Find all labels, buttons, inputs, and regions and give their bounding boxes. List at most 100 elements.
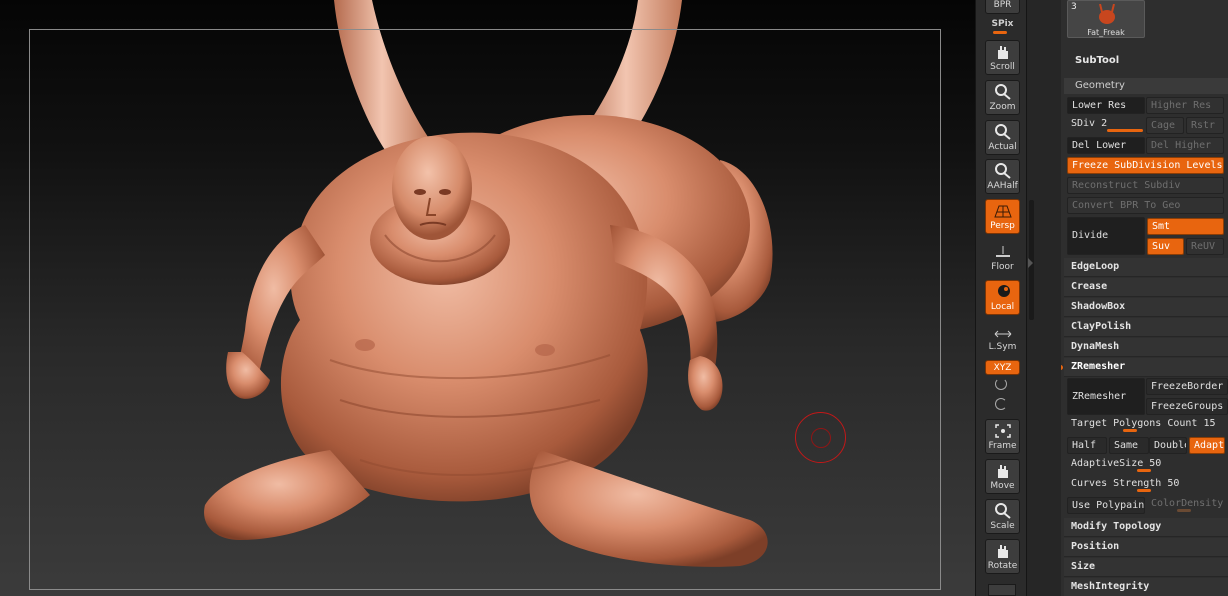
sdiv-slider[interactable]: SDiv 2 (1065, 116, 1145, 133)
thumbnail-count: 3 (1071, 2, 1077, 12)
frame-icon (995, 424, 1011, 438)
aahalf-icon (995, 163, 1011, 179)
actual-size-icon (995, 124, 1011, 140)
shadowbox-section[interactable]: ShadowBox (1064, 298, 1228, 317)
use-polypaint-toggle[interactable]: Use Polypaint (1067, 497, 1145, 514)
spix-slider[interactable] (993, 31, 1007, 34)
scale-button[interactable]: Scale (985, 499, 1020, 534)
adaptive-size-label: AdaptiveSize 50 (1071, 458, 1162, 469)
thumbnail-name: Fat_Freak (1087, 28, 1125, 37)
freeze-groups-toggle[interactable]: FreezeGroups (1146, 398, 1228, 415)
adaptive-size-slider[interactable]: AdaptiveSize 50 (1065, 456, 1228, 473)
freeze-subdivision-levels-button[interactable]: Freeze SubDivision Levels (1067, 157, 1224, 174)
divide-button[interactable]: Divide (1067, 217, 1145, 255)
dynamesh-section[interactable]: DynaMesh (1064, 338, 1228, 357)
lsym-label: L.Sym (988, 342, 1017, 352)
half-button[interactable]: Half (1067, 437, 1107, 454)
local-label: Local (990, 302, 1015, 312)
color-density-label: ColorDensity (1151, 498, 1224, 509)
section-open-indicator-icon (1061, 365, 1063, 370)
del-lower-button[interactable]: Del Lower (1067, 137, 1145, 154)
scale-magnifier-icon (995, 503, 1011, 519)
zremesher-button[interactable]: ZRemesher (1067, 378, 1145, 415)
freeze-border-toggle[interactable]: FreezeBorder (1146, 378, 1228, 395)
color-density-slider[interactable]: ColorDensity (1145, 496, 1228, 513)
xyz-button[interactable]: XYZ (985, 360, 1020, 375)
edgeloop-section[interactable]: EdgeLoop (1064, 258, 1228, 277)
rotate-y-icon[interactable] (995, 378, 1007, 390)
palette-gutter (1027, 0, 1061, 596)
scroll-hand-icon (998, 46, 1008, 59)
zremesher-section[interactable]: ZRemesher (1061, 358, 1228, 377)
spix-label: SPix (991, 19, 1014, 29)
floor-button[interactable]: Floor (985, 240, 1020, 275)
transp-button[interactable] (988, 584, 1016, 596)
tool-thumbnail[interactable]: 3 Fat_Freak (1067, 0, 1145, 38)
reuv-button[interactable]: ReUV (1186, 238, 1224, 255)
adaptive-size-track (1137, 469, 1151, 472)
zoom-magnifier-icon (995, 84, 1011, 100)
rotate-icon (998, 545, 1008, 558)
persp-button[interactable]: Persp (985, 199, 1020, 234)
local-symmetry-icon (998, 285, 1010, 297)
curves-strength-label: Curves Strength 50 (1071, 478, 1180, 489)
suv-toggle[interactable]: Suv (1147, 238, 1184, 255)
curves-strength-track (1137, 489, 1151, 492)
right-shelf: BPR SPix Scroll Zoom Actual AAHalf Persp… (975, 0, 1027, 596)
del-higher-button[interactable]: Del Higher (1146, 137, 1224, 154)
local-sym-arrows-icon (994, 330, 1012, 338)
position-section[interactable]: Position (1064, 538, 1228, 557)
persp-label: Persp (990, 221, 1015, 231)
rotate-button[interactable]: Rotate (985, 539, 1020, 574)
floor-label: Floor (991, 262, 1014, 272)
move-hand-icon (998, 465, 1008, 478)
move-label: Move (990, 481, 1015, 491)
smt-toggle[interactable]: Smt (1147, 218, 1224, 235)
meshintegrity-section[interactable]: MeshIntegrity (1064, 578, 1228, 596)
sdiv-track (1107, 129, 1143, 132)
frame-button[interactable]: Frame (985, 419, 1020, 454)
render-frame-border (29, 29, 941, 590)
size-section[interactable]: Size (1064, 558, 1228, 577)
same-button[interactable]: Same (1109, 437, 1149, 454)
adapt-toggle[interactable]: Adapt (1189, 437, 1225, 454)
scroll-button[interactable]: Scroll (985, 40, 1020, 75)
lsym-button[interactable]: L.Sym (985, 320, 1020, 355)
expand-arrow-icon[interactable] (1028, 258, 1033, 268)
curves-strength-slider[interactable]: Curves Strength 50 (1065, 476, 1228, 493)
target-polygons-label: Target Polygons Count 15 (1071, 418, 1216, 429)
lower-res-button[interactable]: Lower Res (1067, 97, 1145, 114)
reconstruct-subdiv-button[interactable]: Reconstruct Subdiv (1067, 177, 1224, 194)
double-button[interactable]: Double (1149, 437, 1187, 454)
crease-section[interactable]: Crease (1064, 278, 1228, 297)
scroll-label: Scroll (990, 62, 1015, 72)
frame-label: Frame (988, 441, 1017, 451)
move-button[interactable]: Move (985, 459, 1020, 494)
zremesher-section-label: ZRemesher (1071, 361, 1126, 372)
local-button[interactable]: Local (985, 280, 1020, 315)
target-polygons-slider[interactable]: Target Polygons Count 15 (1065, 416, 1228, 433)
document-viewport[interactable] (0, 0, 975, 596)
scale-label: Scale (990, 521, 1015, 531)
aahalf-button[interactable]: AAHalf (985, 159, 1020, 194)
modify-topology-section[interactable]: Modify Topology (1064, 518, 1228, 537)
bpr-label: BPR (993, 0, 1012, 10)
target-polygons-track (1123, 429, 1137, 432)
model-thumbnail-icon (1099, 4, 1115, 24)
zoom-label: Zoom (989, 102, 1016, 112)
color-density-track (1177, 509, 1191, 512)
rotate-label: Rotate (987, 561, 1018, 571)
geometry-menu-title[interactable]: Geometry (1064, 78, 1228, 94)
subtool-menu[interactable]: SubTool (1075, 55, 1119, 66)
rstr-button[interactable]: Rstr (1186, 117, 1224, 134)
perspective-grid-icon (994, 205, 1012, 218)
zoom-button[interactable]: Zoom (985, 80, 1020, 115)
claypolish-section[interactable]: ClayPolish (1064, 318, 1228, 337)
brush-cursor (795, 412, 846, 463)
cage-button[interactable]: Cage (1146, 117, 1184, 134)
higher-res-button[interactable]: Higher Res (1146, 97, 1224, 114)
rotate-z-icon[interactable] (995, 398, 1007, 410)
convert-bpr-to-geo-button[interactable]: Convert BPR To Geo (1067, 197, 1224, 214)
actual-button[interactable]: Actual (985, 120, 1020, 155)
bpr-button[interactable]: BPR (985, 0, 1020, 14)
